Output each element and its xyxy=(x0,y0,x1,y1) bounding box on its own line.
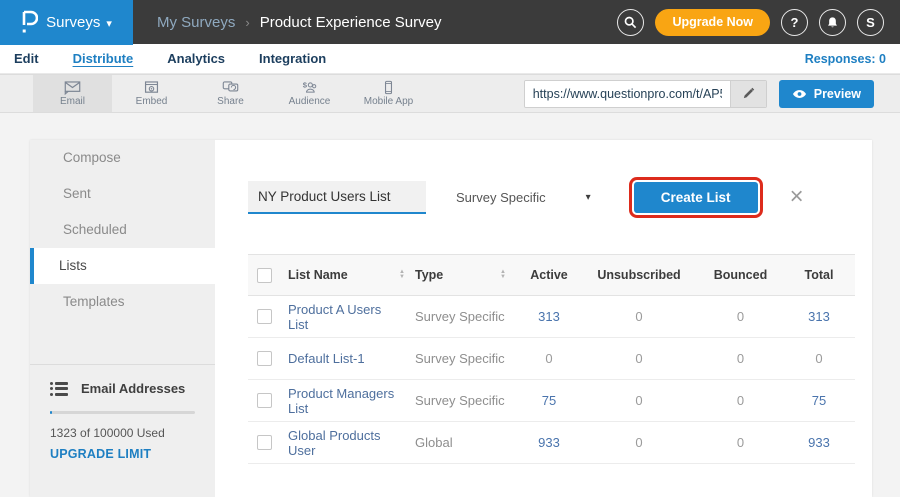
topbar: Surveys ▾ My Surveys › Product Experienc… xyxy=(0,0,900,44)
sort-icon[interactable]: ▲▼ xyxy=(399,270,405,280)
email-sidebar: Compose Sent Scheduled Lists Templates E… xyxy=(30,140,215,497)
channel-tabs: Email Embed Share xyxy=(33,75,428,112)
pencil-icon xyxy=(742,87,755,100)
channel-email[interactable]: Email xyxy=(33,75,112,112)
share-icon xyxy=(222,80,239,95)
sort-icon[interactable]: ▲▼ xyxy=(500,270,506,280)
page-background: Compose Sent Scheduled Lists Templates E… xyxy=(0,113,900,497)
responses-count[interactable]: Responses: 0 xyxy=(805,52,886,66)
list-name-link[interactable]: Global Products User xyxy=(288,428,405,458)
list-type-selected: Survey Specific xyxy=(456,190,546,205)
bell-icon xyxy=(826,16,839,29)
email-addresses-icon xyxy=(50,382,68,396)
channel-embed[interactable]: Embed xyxy=(112,75,191,112)
svg-text:$: $ xyxy=(303,81,308,90)
email-usage-progress-fill xyxy=(50,411,52,414)
surveys-product-menu[interactable]: Surveys ▾ xyxy=(0,0,133,45)
help-button[interactable]: ? xyxy=(781,9,808,36)
embed-icon xyxy=(143,80,160,95)
tab-edit[interactable]: Edit xyxy=(14,51,39,66)
questionpro-logo xyxy=(21,10,38,34)
red-highlight-annotation: Create List xyxy=(629,177,763,218)
email-addresses-title: Email Addresses xyxy=(81,381,185,396)
search-icon xyxy=(624,16,637,29)
list-name-link[interactable]: Default List-1 xyxy=(288,351,365,366)
audience-icon: $ xyxy=(301,80,318,95)
lists-table: List Name ▲▼ Type ▲▼ Active Unsubscribed… xyxy=(248,254,855,464)
breadcrumb: My Surveys › Product Experience Survey xyxy=(157,14,441,31)
chevron-down-icon: ▾ xyxy=(586,192,591,203)
breadcrumb-separator: › xyxy=(245,15,249,30)
table-header-row: List Name ▲▼ Type ▲▼ Active Unsubscribed… xyxy=(248,254,855,296)
channel-mobile-app[interactable]: Mobile App xyxy=(349,75,428,112)
distribute-toolbar: Email Embed Share xyxy=(0,74,900,113)
search-button[interactable] xyxy=(617,9,644,36)
active-count-link[interactable]: 75 xyxy=(542,393,556,408)
col-type: Type xyxy=(415,268,443,282)
channel-share[interactable]: Share xyxy=(191,75,270,112)
upgrade-now-button[interactable]: Upgrade Now xyxy=(655,9,770,36)
surveys-menu-label: Surveys xyxy=(46,14,100,31)
sidebar-item-lists[interactable]: Lists xyxy=(30,248,215,284)
col-unsubscribed: Unsubscribed xyxy=(580,268,698,282)
list-name-link[interactable]: Product A Users List xyxy=(288,302,405,332)
mobile-app-icon xyxy=(380,80,397,95)
create-list-row: Survey Specific ▾ Create List × xyxy=(248,180,856,214)
eye-icon xyxy=(792,89,807,99)
select-all-checkbox[interactable] xyxy=(257,268,272,283)
email-icon xyxy=(64,80,81,95)
list-name-link[interactable]: Product Managers List xyxy=(288,386,405,416)
table-row: Product Managers List Survey Specific 75… xyxy=(248,380,855,422)
row-checkbox[interactable] xyxy=(257,309,272,324)
list-type-dropdown[interactable]: Survey Specific ▾ xyxy=(456,190,591,205)
row-checkbox[interactable] xyxy=(257,351,272,366)
topbar-actions: Upgrade Now ? S xyxy=(617,9,900,36)
table-row: Product A Users List Survey Specific 313… xyxy=(248,296,855,338)
create-list-button[interactable]: Create List xyxy=(634,182,758,213)
active-count-link[interactable]: 313 xyxy=(538,309,560,324)
tab-integration[interactable]: Integration xyxy=(259,51,326,66)
table-row: Default List-1 Survey Specific 0 0 0 0 xyxy=(248,338,855,380)
survey-url-input[interactable] xyxy=(525,81,730,107)
page-title: Product Experience Survey xyxy=(260,14,442,31)
sidebar-item-sent[interactable]: Sent xyxy=(30,176,215,212)
questionpro-app: Surveys ▾ My Surveys › Product Experienc… xyxy=(0,0,900,497)
tab-distribute[interactable]: Distribute xyxy=(73,51,134,66)
survey-url-field xyxy=(524,80,767,108)
sidebar-item-compose[interactable]: Compose xyxy=(30,140,215,176)
email-usage-progressbar xyxy=(50,411,195,414)
notifications-button[interactable] xyxy=(819,9,846,36)
email-usage-text: 1323 of 100000 Used xyxy=(50,426,195,440)
row-checkbox[interactable] xyxy=(257,393,272,408)
total-count-link[interactable]: 75 xyxy=(812,393,826,408)
row-checkbox[interactable] xyxy=(257,435,272,450)
close-icon[interactable]: × xyxy=(790,187,804,207)
breadcrumb-my-surveys[interactable]: My Surveys xyxy=(157,14,235,31)
active-count-link[interactable]: 933 xyxy=(538,435,560,450)
total-count-link[interactable]: 313 xyxy=(808,309,830,324)
col-bounced: Bounced xyxy=(698,268,783,282)
email-lists-panel: Compose Sent Scheduled Lists Templates E… xyxy=(30,140,872,497)
col-list-name: List Name xyxy=(288,268,348,282)
edit-url-button[interactable] xyxy=(730,81,766,107)
email-addresses-section: Email Addresses 1323 of 100000 Used UPGR… xyxy=(30,365,215,461)
survey-subnav: Edit Distribute Analytics Integration Re… xyxy=(0,44,900,74)
col-total: Total xyxy=(783,268,855,282)
upgrade-limit-link[interactable]: UPGRADE LIMIT xyxy=(50,447,195,461)
channel-audience[interactable]: $ Audience xyxy=(270,75,349,112)
sidebar-item-templates[interactable]: Templates xyxy=(30,284,215,320)
sidebar-item-scheduled[interactable]: Scheduled xyxy=(30,212,215,248)
preview-button[interactable]: Preview xyxy=(779,80,874,108)
chevron-down-icon: ▾ xyxy=(106,15,112,30)
account-avatar[interactable]: S xyxy=(857,9,884,36)
col-active: Active xyxy=(518,268,580,282)
lists-content: Survey Specific ▾ Create List × List Nam… xyxy=(215,140,872,497)
table-row: Global Products User Global 933 0 0 933 xyxy=(248,422,855,464)
tab-analytics[interactable]: Analytics xyxy=(167,51,225,66)
total-count-link[interactable]: 933 xyxy=(808,435,830,450)
list-name-input[interactable] xyxy=(248,181,426,214)
